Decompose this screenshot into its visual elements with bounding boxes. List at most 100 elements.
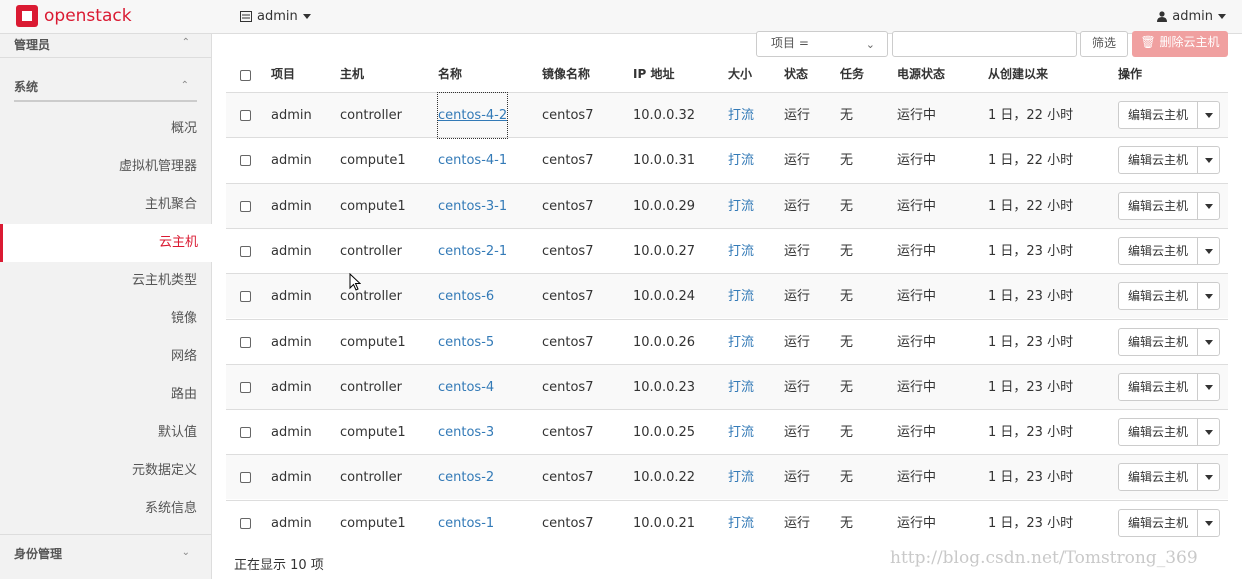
instance-name-link[interactable]: centos-4 <box>438 365 494 410</box>
cell-power: 运行中 <box>897 425 937 441</box>
table-header: 项目 主机 名称 镜像名称 IP 地址 大小 状态 任务 电源状态 从创建以来 操作 <box>226 56 1228 92</box>
column-header[interactable]: 状态 <box>784 56 808 92</box>
row-checkbox[interactable] <box>240 381 251 393</box>
flavor-link[interactable]: 打流 <box>728 410 754 455</box>
edit-instance-button[interactable]: 编辑云主机 <box>1118 191 1198 220</box>
row-actions-dropdown[interactable] <box>1197 146 1220 175</box>
flavor-link[interactable]: 打流 <box>728 229 754 274</box>
sidebar-section-identity[interactable]: 身份管理 ⌄ <box>0 534 212 570</box>
row-actions-dropdown[interactable] <box>1197 372 1220 401</box>
flavor-link[interactable]: 打流 <box>728 274 754 319</box>
cell-ip: 10.0.0.27 <box>633 243 696 259</box>
row-checkbox[interactable] <box>240 427 251 439</box>
row-checkbox[interactable] <box>240 110 251 121</box>
column-header[interactable]: 名称 <box>438 56 462 92</box>
column-header[interactable]: IP 地址 <box>633 56 674 92</box>
cell-power: 运行中 <box>897 470 937 486</box>
row-actions-dropdown[interactable] <box>1197 418 1220 447</box>
sidebar-section-admin-label: 管理员 <box>14 38 51 52</box>
flavor-link[interactable]: 打流 <box>728 93 754 138</box>
flavor-link[interactable]: 打流 <box>728 501 754 546</box>
filter-input[interactable] <box>892 31 1077 57</box>
column-header[interactable]: 任务 <box>840 56 864 92</box>
user-menu[interactable]: admin <box>1157 9 1226 24</box>
instance-name-link[interactable]: centos-2 <box>438 455 494 500</box>
sidebar-item[interactable]: 网络 <box>0 338 197 376</box>
sidebar-item[interactable]: 主机聚合 <box>0 186 197 224</box>
sidebar-item[interactable]: 路由 <box>0 376 197 414</box>
instance-name-link[interactable]: centos-5 <box>438 320 494 365</box>
table-row: admin compute1 centos-4-1 centos7 10.0.0.31 打… <box>226 137 1228 182</box>
column-header[interactable]: 项目 <box>271 56 295 92</box>
sidebar-item[interactable]: 云主机类型 <box>0 262 197 300</box>
instance-name-link[interactable]: centos-4-1 <box>438 138 507 183</box>
column-header[interactable]: 从创建以来 <box>988 56 1048 92</box>
sidebar-item[interactable]: 元数据定义 <box>0 452 197 490</box>
openstack-logo[interactable]: openstack <box>16 5 132 27</box>
chevron-down-icon <box>1205 339 1213 345</box>
row-checkbox[interactable] <box>240 291 251 303</box>
sidebar-section-admin[interactable]: 管理员 ⌃ <box>0 34 212 58</box>
chevron-down-icon <box>1205 158 1213 164</box>
edit-instance-button[interactable]: 编辑云主机 <box>1118 372 1198 401</box>
edit-instance-button[interactable]: 编辑云主机 <box>1118 236 1198 265</box>
row-actions-dropdown[interactable] <box>1197 463 1220 492</box>
instance-name-link[interactable]: centos-4-2 <box>436 92 509 139</box>
column-header[interactable]: 镜像名称 <box>542 56 590 92</box>
edit-instance-button[interactable]: 编辑云主机 <box>1118 463 1198 492</box>
cell-project: admin <box>271 334 312 350</box>
cell-age: 1 日，23 小时 <box>988 334 1074 350</box>
edit-instance-button[interactable]: 编辑云主机 <box>1118 282 1198 311</box>
cell-image: centos7 <box>542 108 594 123</box>
flavor-link[interactable]: 打流 <box>728 184 754 229</box>
row-actions-dropdown[interactable] <box>1197 191 1220 220</box>
row-checkbox[interactable] <box>240 245 251 257</box>
sidebar-item[interactable]: 系统信息 <box>0 490 197 528</box>
sidebar-item[interactable]: 虚拟机管理器 <box>0 148 197 186</box>
flavor-link[interactable]: 打流 <box>728 320 754 365</box>
edit-instance-button[interactable]: 编辑云主机 <box>1118 327 1198 356</box>
filter-button[interactable]: 筛选 <box>1080 31 1128 57</box>
row-checkbox[interactable] <box>240 155 251 167</box>
instance-name-link[interactable]: centos-1 <box>438 501 494 546</box>
flavor-link[interactable]: 打流 <box>728 455 754 500</box>
column-header[interactable]: 主机 <box>340 56 364 92</box>
row-actions-dropdown[interactable] <box>1197 236 1220 265</box>
edit-instance-button[interactable]: 编辑云主机 <box>1118 418 1198 447</box>
sidebar-item[interactable]: 云主机 <box>0 224 212 262</box>
row-checkbox[interactable] <box>240 472 251 484</box>
sidebar-section-system[interactable]: 系统 ⌃ <box>14 74 197 102</box>
instance-name-link[interactable]: centos-3-1 <box>438 184 507 229</box>
edit-instance-button[interactable]: 编辑云主机 <box>1118 508 1198 537</box>
project-selector[interactable]: admin <box>240 9 311 24</box>
filter-field-select[interactable]: 项目 = ⌄ <box>756 31 888 57</box>
sidebar-item[interactable]: 默认值 <box>0 414 197 452</box>
cell-status: 运行 <box>784 243 811 259</box>
instance-name-link[interactable]: centos-3 <box>438 410 494 455</box>
instance-name-link[interactable]: centos-2-1 <box>438 229 507 274</box>
row-checkbox[interactable] <box>240 336 251 348</box>
delete-instances-button[interactable]: 🗑 删除云主机 <box>1132 31 1228 57</box>
flavor-link[interactable]: 打流 <box>728 138 754 183</box>
cell-ip: 10.0.0.22 <box>633 470 696 486</box>
column-header[interactable]: 大小 <box>728 56 752 92</box>
row-actions-dropdown[interactable] <box>1197 101 1220 129</box>
select-all-checkbox[interactable] <box>240 70 251 81</box>
flavor-link[interactable]: 打流 <box>728 365 754 410</box>
row-actions-dropdown[interactable] <box>1197 508 1220 537</box>
edit-instance-button[interactable]: 编辑云主机 <box>1118 146 1198 175</box>
column-header[interactable]: 电源状态 <box>897 56 945 92</box>
row-actions-dropdown[interactable] <box>1197 327 1220 356</box>
row-checkbox[interactable] <box>240 200 251 212</box>
sidebar-item[interactable]: 镜像 <box>0 300 197 338</box>
column-header[interactable]: 操作 <box>1118 56 1142 92</box>
row-actions-dropdown[interactable] <box>1197 282 1220 311</box>
instance-name-link[interactable]: centos-6 <box>438 274 494 319</box>
sidebar-item[interactable]: 概况 <box>0 110 197 148</box>
table-actions: 项目 = ⌄ 筛选 🗑 删除云主机 <box>212 31 1242 58</box>
chevron-up-icon: ⌃ <box>181 37 190 48</box>
row-checkbox[interactable] <box>240 517 251 529</box>
edit-instance-button[interactable]: 编辑云主机 <box>1118 101 1198 129</box>
sidebar-section-identity-label: 身份管理 <box>14 547 63 561</box>
cell-image: centos7 <box>542 470 594 486</box>
